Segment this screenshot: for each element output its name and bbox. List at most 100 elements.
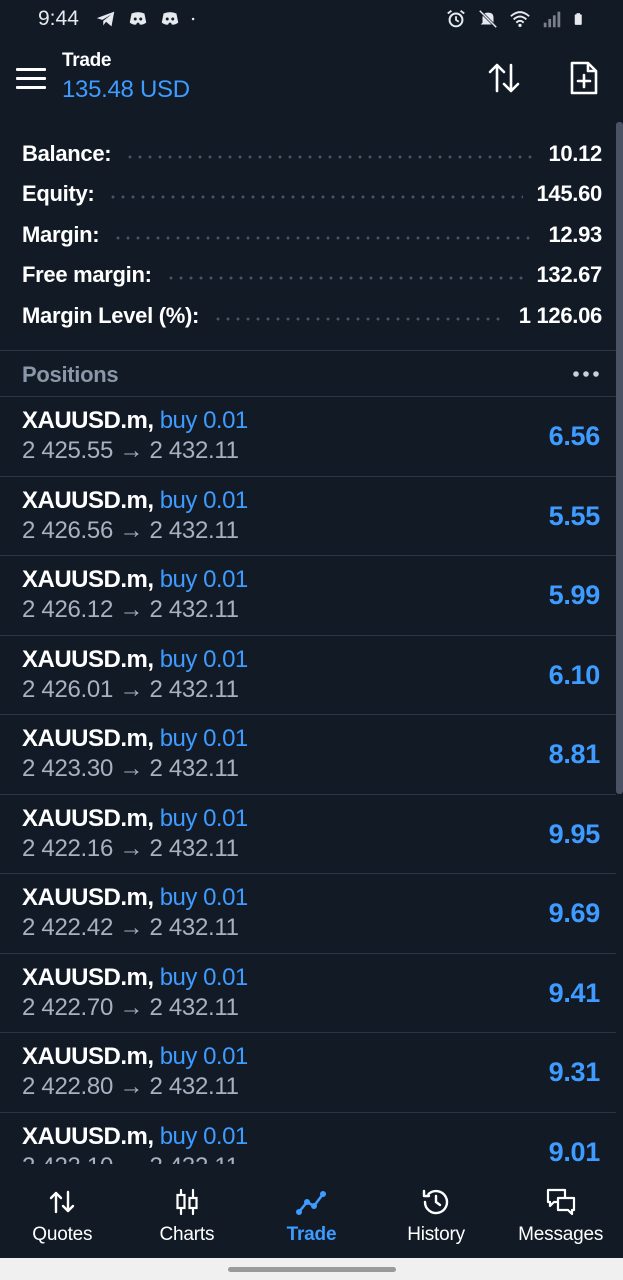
position-side: buy 0.01 [159,884,249,911]
signal-icon [543,11,561,28]
balance-value: 10.12 [548,141,602,166]
position-symbol: XAUUSD.m, [22,1122,154,1150]
discord-icon [129,12,147,25]
scrollbar[interactable] [616,122,623,794]
equity-row: Equity: 145.60 [22,176,602,212]
tab-label: Charts [159,1224,215,1245]
position-profit: 9.31 [548,1057,601,1087]
position-side: buy 0.01 [159,1122,249,1150]
positions-list: XAUUSD.m, buy 0.01 2 425.55 → 2 432.11 6… [0,397,616,1164]
position-prices: 2 422.80 → 2 432.11 [22,1073,239,1100]
free-margin-label: Free margin: [22,262,152,287]
position-side: buy 0.01 [159,566,249,593]
equity-label: Equity: [22,181,95,206]
wifi-icon [510,11,530,28]
position-symbol: XAUUSD.m, [22,1043,154,1070]
header-title-block: Trade 135.48 USD [62,50,190,104]
position-symbol: XAUUSD.m, [22,725,154,752]
position-prices: 2 422.16 → 2 432.11 [22,834,239,862]
position-side: buy 0.01 [159,804,249,832]
dot-leader [213,317,505,321]
position-row[interactable]: XAUUSD.m, buy 0.01 2 426.01 → 2 432.11 6… [0,636,616,715]
position-row[interactable]: XAUUSD.m, buy 0.01 2 426.12 → 2 432.11 5… [0,556,616,636]
history-icon [422,1189,449,1215]
position-side: buy 0.01 [159,407,249,434]
position-profit: 6.10 [548,659,601,690]
margin-level-value: 1 126.06 [518,303,603,328]
position-prices: 2 426.01 → 2 432.11 [22,675,239,703]
position-row[interactable]: XAUUSD.m, buy 0.01 2 425.55 → 2 432.11 6… [0,397,616,477]
more-options-icon[interactable] [572,370,600,378]
tab-messages[interactable]: Messages [498,1170,623,1260]
position-row[interactable]: XAUUSD.m, buy 0.01 2 423.10 → 2 432.11 9… [0,1113,616,1165]
position-row[interactable]: XAUUSD.m, buy 0.01 2 422.16 → 2 432.11 9… [0,795,616,874]
bottom-tab-bar: Quotes Charts Trade History Messages [0,1170,623,1260]
positions-title: Positions [22,362,119,387]
position-prices: 2 426.12 → 2 432.11 [22,596,239,623]
home-gesture-bar[interactable] [228,1267,396,1272]
margin-label: Margin: [22,222,100,247]
status-time: 9:44 [38,7,79,30]
position-profit: 9.41 [548,977,601,1008]
margin-row: Margin: 12.93 [22,217,602,253]
dot-icon [191,17,195,21]
messages-icon [546,1188,575,1216]
alarm-icon [447,10,465,28]
position-row[interactable]: XAUUSD.m, buy 0.01 2 422.70 → 2 432.11 9… [0,954,616,1033]
quotes-icon [50,1190,75,1214]
dot-leader [125,155,535,159]
account-summary: Balance: 10.12 Equity: 145.60 Margin: 12… [0,122,616,351]
tab-label: History [407,1224,465,1245]
position-symbol-line: XAUUSD.m, buy 0.01 [22,964,248,992]
position-side: buy 0.01 [159,486,249,514]
discord-icon [161,12,179,25]
free-margin-value: 132.67 [536,262,603,287]
new-order-icon[interactable] [564,58,604,98]
position-prices: 2 426.56 → 2 432.11 [22,516,239,544]
position-prices: 2 423.10 → 2 432.11 [22,1153,239,1165]
position-symbol: XAUUSD.m, [22,963,154,991]
balance-label: Balance: [22,141,112,166]
position-row[interactable]: XAUUSD.m, buy 0.01 2 422.42 → 2 432.11 9… [0,874,616,954]
position-profit: 5.99 [548,580,601,610]
sort-icon[interactable] [484,58,524,98]
dot-leader [108,195,523,199]
position-row[interactable]: XAUUSD.m, buy 0.01 2 423.30 → 2 432.11 8… [0,715,616,795]
mute-icon [478,9,498,29]
app-header: Trade 135.48 USD [0,38,623,122]
tab-charts[interactable]: Charts [125,1170,250,1260]
page-title: Trade [62,50,112,71]
charts-icon [176,1188,198,1216]
tab-label: Quotes [32,1224,93,1245]
position-profit: 9.69 [548,898,601,928]
position-row[interactable]: XAUUSD.m, buy 0.01 2 426.56 → 2 432.11 5… [0,477,616,556]
position-symbol: XAUUSD.m, [22,566,154,593]
position-profit: 6.56 [548,421,601,451]
margin-level-label: Margin Level (%): [22,303,200,328]
position-side: buy 0.01 [159,1043,249,1070]
position-symbol: XAUUSD.m, [22,804,154,832]
position-symbol: XAUUSD.m, [22,407,154,434]
position-prices: 2 425.55 → 2 432.11 [22,437,239,464]
system-nav-bar [0,1258,623,1280]
position-profit: 8.81 [548,739,601,769]
position-symbol: XAUUSD.m, [22,645,154,673]
margin-value: 12.93 [548,222,602,247]
position-symbol-line: XAUUSD.m, buy 0.01 [22,805,248,833]
tab-trade[interactable]: Trade [249,1170,374,1260]
menu-icon[interactable] [16,68,46,92]
tab-history[interactable]: History [374,1170,499,1260]
margin-level-row: Margin Level (%): 1 126.06 [22,298,602,334]
position-prices: 2 422.70 → 2 432.11 [22,993,239,1021]
position-row[interactable]: XAUUSD.m, buy 0.01 2 422.80 → 2 432.11 9… [0,1033,616,1113]
position-symbol: XAUUSD.m, [22,884,154,911]
balance-row: Balance: 10.12 [22,136,602,172]
position-prices: 2 422.42 → 2 432.11 [22,914,239,941]
trade-icon [296,1191,327,1215]
dot-leader [165,276,523,280]
status-bar: 9:44 [0,0,623,38]
tab-quotes[interactable]: Quotes [0,1170,125,1260]
position-side: buy 0.01 [159,645,249,673]
position-prices: 2 423.30 → 2 432.11 [22,755,239,782]
position-symbol: XAUUSD.m, [22,486,154,514]
